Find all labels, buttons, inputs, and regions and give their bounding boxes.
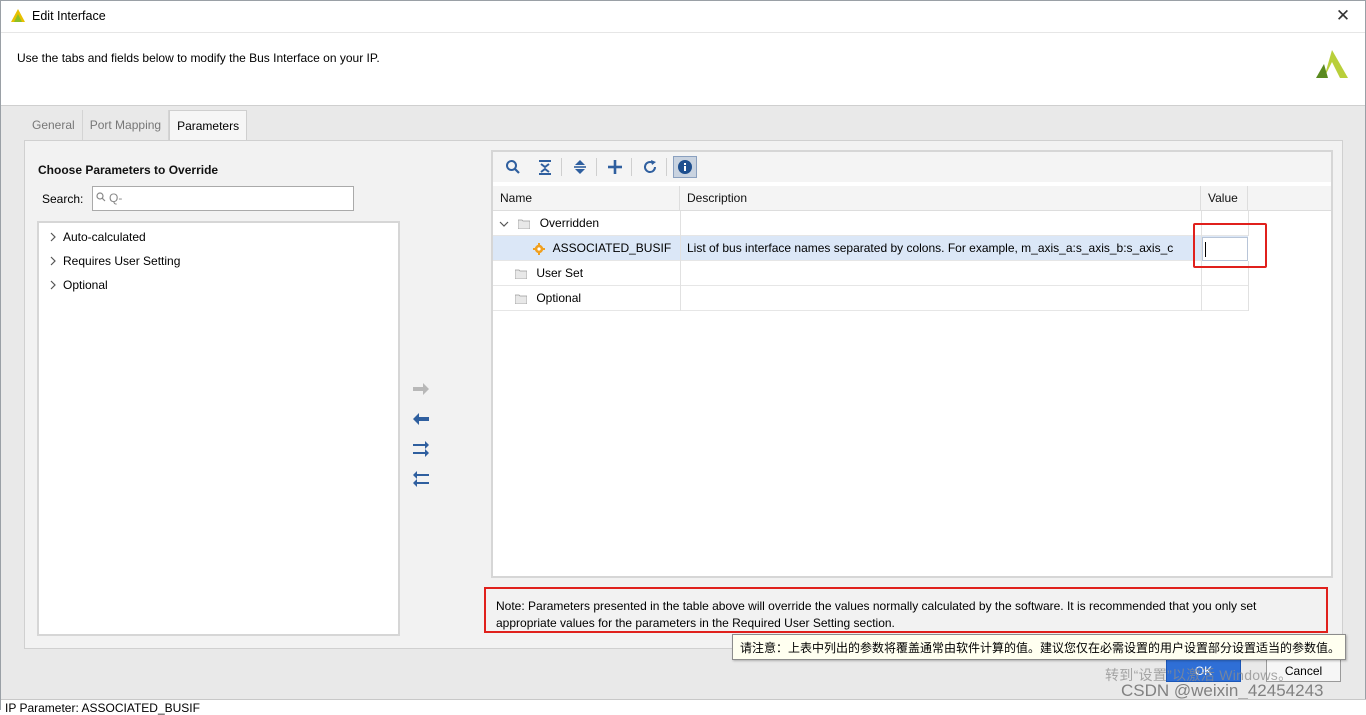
tab-bar: General Port Mapping Parameters [25,110,248,140]
chevron-right-icon [50,232,56,242]
folder-icon [515,294,527,304]
window-title: Edit Interface [32,9,106,23]
cell-divider [680,261,681,286]
collapse-all-icon[interactable] [533,156,557,178]
row-name-label: Overridden [539,216,600,230]
add-icon[interactable] [603,156,627,178]
row-name-cell: Overridden [499,211,599,236]
tab-port-mapping[interactable]: Port Mapping [83,110,170,140]
vivado-logo-icon [11,9,25,22]
cell-divider [680,211,681,236]
left-panel-title: Choose Parameters to Override [38,163,219,177]
toolbar-separator [561,158,562,176]
table-header: Name Description Value [493,186,1331,211]
search-icon [96,192,106,202]
highlight-box-value [1193,223,1267,268]
folder-icon [518,219,531,229]
row-name-cell: ASSOCIATED_BUSIF [533,236,671,261]
cell-divider [1201,286,1202,311]
row-name-label: ASSOCIATED_BUSIF [552,241,672,255]
translation-tooltip: 请注意：上表中列出的参数将覆盖通常由软件计算的值。建议您仅在必需设置的用户设置部… [732,634,1346,660]
move-all-left-arrow-icon[interactable] [409,469,433,489]
row-name-cell: Optional [515,286,581,311]
note-line-1: Note: Parameters presented in the table … [496,599,1257,613]
gear-icon [533,242,545,255]
tab-parameters[interactable]: Parameters [169,110,248,140]
tree-item-label: Optional [63,278,108,292]
search-placeholder: Q- [109,191,123,205]
row-name-label: Optional [536,291,582,305]
cell-divider [680,286,681,311]
note-text: Note: Parameters presented in the table … [496,598,1316,632]
table-row-overridden[interactable]: Overridden [493,211,1249,236]
tree-item-requires-user-setting[interactable]: Requires User Setting [47,251,180,271]
available-parameters-tree: Auto-calculated Requires User Setting Op… [37,221,400,636]
tree-item-optional[interactable]: Optional [47,275,108,295]
toolbar-separator [631,158,632,176]
expand-all-icon[interactable] [568,156,592,178]
column-header-description[interactable]: Description [680,186,1201,211]
table-row-associated-busif[interactable]: ASSOCIATED_BUSIF List of bus interface n… [493,236,1248,261]
row-description-cell: List of bus interface names separated by… [687,241,1174,255]
table-row-optional[interactable]: Optional [493,286,1249,311]
move-all-right-arrow-icon[interactable] [409,439,433,459]
status-text: IP Parameter: ASSOCIATED_BUSIF [5,701,200,715]
cell-divider [680,236,681,261]
tree-item-auto-calculated[interactable]: Auto-calculated [47,227,146,247]
row-name-label: User Set [536,266,584,280]
tree-item-label: Requires User Setting [63,254,181,268]
toolbar-separator [666,158,667,176]
table-toolbar [493,152,1331,182]
refresh-icon[interactable] [638,156,662,178]
folder-icon [515,269,527,279]
row-name-cell: User Set [515,261,583,286]
close-button[interactable]: ✕ [1331,5,1355,27]
search-input[interactable]: Q- [92,186,354,211]
note-box: Note: Parameters presented in the table … [484,587,1328,633]
search-label: Search: [42,192,84,206]
overridden-parameters-panel: Name Description Value Overridden ASSOCI… [491,150,1333,578]
toolbar-separator [596,158,597,176]
chevron-down-icon [499,221,509,227]
move-right-arrow-icon[interactable] [409,379,433,399]
chevron-right-icon [50,280,56,290]
cell-divider [1248,286,1249,311]
tab-general[interactable]: General [25,110,83,140]
tree-item-label: Auto-calculated [63,230,146,244]
title-bar: Edit Interface ✕ [1,1,1365,32]
note-line-2: appropriate values for the parameters in… [496,616,895,630]
status-bar: IP Parameter: ASSOCIATED_BUSIF [1,699,1366,715]
parameters-panel: Choose Parameters to Override Search: Q-… [24,140,1343,649]
xilinx-brand-icon [1316,50,1348,78]
chevron-right-icon [50,256,56,266]
header-band: Use the tabs and fields below to modify … [1,32,1365,105]
column-header-name[interactable]: Name [493,186,680,211]
csdn-watermark: CSDN @weixin_42454243 [1121,681,1324,700]
edit-interface-dialog: Edit Interface ✕ Use the tabs and fields… [0,0,1366,715]
move-left-arrow-icon[interactable] [409,409,433,429]
column-header-value[interactable]: Value [1201,186,1248,211]
info-icon[interactable] [673,156,697,178]
table-row-user-set[interactable]: User Set [493,261,1249,286]
header-instructions: Use the tabs and fields below to modify … [17,51,380,65]
search-icon[interactable] [501,156,525,178]
